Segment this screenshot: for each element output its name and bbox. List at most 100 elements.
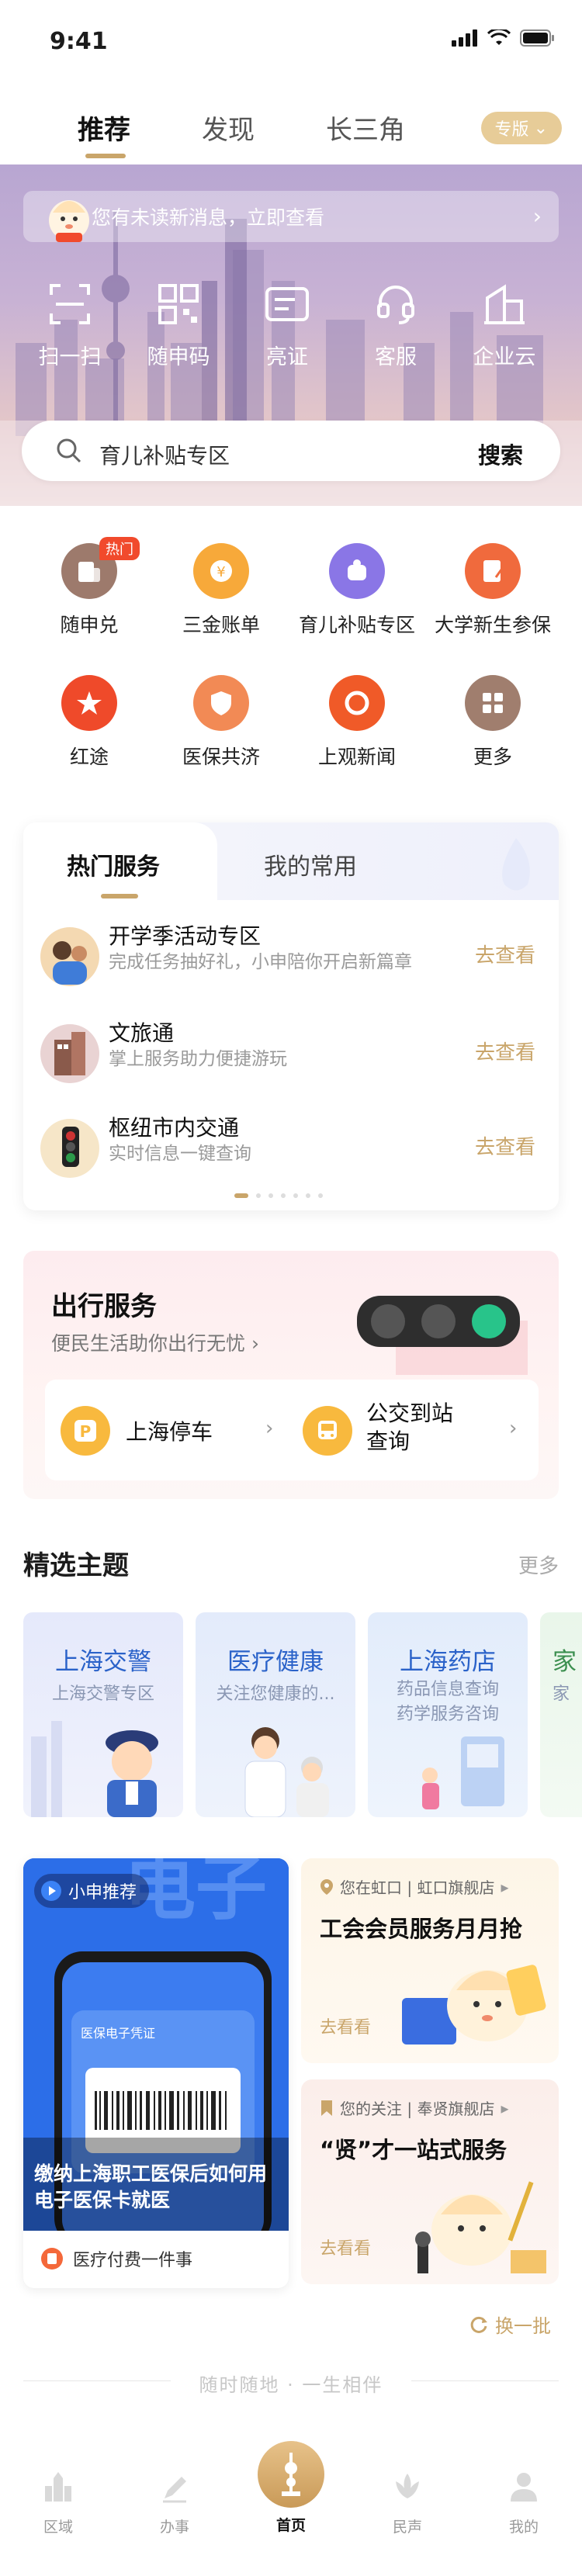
travel-services-card: 出行服务 便民生活助你出行无忧 › P 上海停车 › 公交到站查询 › — [23, 1251, 559, 1499]
star-icon — [61, 675, 117, 731]
hero-banner: 您有未读新消息，立即查看 › 扫一扫 随申码 亮证 客服 企业云 育儿补贴专区 … — [0, 164, 582, 506]
quick-action-label: 客服 — [375, 345, 417, 369]
status-time: 9:41 — [50, 28, 108, 55]
theme-card-partial[interactable]: 家 家 — [540, 1612, 582, 1817]
hot-service-item[interactable]: 枢纽市内交通 实时信息一键查询 去查看 — [23, 1111, 559, 1196]
travel-title: 出行服务 — [51, 1291, 157, 1322]
carousel-dot — [234, 1193, 248, 1198]
travel-subtitle[interactable]: 便民生活助你出行无忧 › — [51, 1328, 259, 1356]
signal-icon — [452, 29, 477, 47]
slogan: 随时随地 · 一生相伴 — [23, 2370, 559, 2396]
search-input[interactable]: 育儿补贴专区 — [99, 439, 230, 470]
promo-card-talent[interactable]: 您的关注 | 奉贤旗舰店 ▸ “贤”才一站式服务 去看看 — [301, 2079, 559, 2284]
mascot-illustration — [402, 1965, 546, 2045]
nav-home[interactable]: 首页 — [233, 2441, 349, 2535]
service-childcare-subsidy[interactable]: 育儿补贴专区 — [291, 543, 423, 638]
carousel-dot — [306, 1193, 310, 1198]
quick-action-label: 亮证 — [266, 345, 308, 369]
service-suishendui[interactable]: 热门 随申兑 — [23, 537, 155, 638]
document-pen-icon — [465, 543, 521, 599]
service-medical-mutual-aid[interactable]: 医保共济 — [155, 675, 287, 770]
nav-label: 我的 — [508, 2519, 539, 2536]
police-illustration — [31, 1721, 158, 1817]
hot-service-item[interactable]: 开学季活动专区 完成任务抽好礼，小申陪你开启新篇章 去查看 — [23, 919, 559, 1005]
notice-text: 您有未读新消息，立即查看 — [92, 206, 325, 229]
service-red-route[interactable]: 红途 — [23, 675, 155, 770]
edition-label: 专版 — [494, 120, 529, 140]
location-icon — [320, 1878, 333, 1895]
phone-card-label: 医保电子凭证 — [81, 2026, 156, 2041]
tab-discover[interactable]: 发现 — [202, 109, 255, 147]
tab-recommend[interactable]: 推荐 — [78, 109, 130, 147]
pharmacy-illustration — [422, 1736, 504, 1809]
see-more-link[interactable]: 去看看 — [320, 2235, 371, 2259]
service-more[interactable]: 更多 — [427, 675, 559, 770]
nav-public-voice[interactable]: 民声 — [349, 2467, 466, 2536]
service-three-funds-bill[interactable]: ¥ 三金账单 — [155, 543, 287, 638]
carousel-dot — [318, 1193, 323, 1198]
nav-label: 办事 — [159, 2519, 189, 2536]
scan-icon — [50, 284, 90, 324]
refresh-button[interactable]: 换一批 — [469, 2311, 551, 2338]
featured-article-card[interactable]: 电子 医保电子凭证 小申推荐 缴纳上海职工医保后如何用电子医保卡就医 医疗付费一… — [23, 1858, 289, 2288]
mascot-icon — [49, 200, 89, 242]
service-grid: 热门 随申兑 ¥ 三金账单 育儿补贴专区 大学新生参保 红途 医保共济 上观新闻… — [0, 537, 582, 776]
hot-service-title: 枢纽市内交通 — [109, 1115, 240, 1141]
service-label: 医保共济 — [182, 746, 260, 768]
chevron-right-icon: › — [265, 1417, 274, 1440]
chevron-right-icon: › — [251, 1332, 259, 1355]
service-label: 上观新闻 — [317, 746, 396, 768]
quick-action-label: 扫一扫 — [38, 345, 102, 369]
more-link[interactable]: 更多 — [518, 1550, 559, 1579]
theme-card-traffic-police[interactable]: 上海交警 上海交警专区 — [23, 1612, 183, 1817]
status-icons — [452, 29, 556, 47]
quick-action-show-id[interactable]: 亮证 — [233, 281, 341, 370]
travel-options: P 上海停车 › 公交到站查询 › — [45, 1380, 539, 1480]
tab-hot-services[interactable]: 热门服务 — [67, 847, 160, 881]
quick-action-customer-service[interactable]: 客服 — [341, 281, 450, 370]
search-bar[interactable]: 育儿补贴专区 搜索 — [22, 421, 560, 481]
view-link[interactable]: 去查看 — [475, 1037, 535, 1065]
grid-more-icon — [465, 675, 521, 731]
travel-option-parking[interactable]: P 上海停车 › — [45, 1380, 292, 1480]
unread-notice-bar[interactable]: 您有未读新消息，立即查看 › — [23, 191, 559, 242]
edition-button[interactable]: 专版 ⌄ — [480, 112, 562, 144]
user-icon — [511, 2473, 537, 2502]
mascot-mic-illustration — [415, 2181, 546, 2273]
service-freshman-insurance[interactable]: 大学新生参保 — [427, 543, 559, 638]
svg-text:¥: ¥ — [217, 564, 225, 580]
promo-title: 工会会员服务月月抢 — [320, 1916, 523, 1942]
quick-action-scan[interactable]: 扫一扫 — [16, 281, 124, 370]
chevron-down-icon: ⌄ — [533, 118, 548, 138]
quick-action-enterprise-cloud[interactable]: 企业云 — [450, 281, 559, 370]
triangle-right-icon: ▸ — [501, 2098, 509, 2117]
hot-service-item[interactable]: 文旅通 掌上服务助力便捷游玩 去查看 — [23, 1016, 559, 1102]
see-more-link[interactable]: 去看看 — [320, 2013, 371, 2038]
nav-region[interactable]: 区域 — [0, 2467, 116, 2536]
theme-card-pharmacy[interactable]: 上海药店 药品信息查询 药学服务咨询 — [368, 1612, 528, 1817]
nav-mine[interactable]: 我的 — [466, 2467, 582, 2536]
hot-service-title: 文旅通 — [109, 1020, 175, 1046]
theme-card-medical-health[interactable]: 医疗健康 关注您健康的... — [196, 1612, 355, 1817]
traffic-light-illustration — [357, 1296, 528, 1375]
quick-action-health-code[interactable]: 随申码 — [124, 281, 233, 370]
theme-desc: 关注您健康的... — [216, 1684, 335, 1704]
nav-services[interactable]: 办事 — [116, 2467, 233, 2536]
view-link[interactable]: 去查看 — [475, 940, 535, 968]
service-label: 大学新生参保 — [434, 614, 551, 636]
hot-services-tabs: 热门服务 我的常用 — [23, 822, 559, 900]
service-shanghai-observer[interactable]: 上观新闻 — [291, 675, 423, 770]
carousel-dot — [268, 1193, 273, 1198]
view-link[interactable]: 去查看 — [475, 1131, 535, 1160]
tab-my-frequent[interactable]: 我的常用 — [264, 847, 357, 881]
promo-card-union[interactable]: 您在虹口 | 虹口旗舰店 ▸ 工会会员服务月月抢 去看看 — [301, 1858, 559, 2063]
tab-yangtze-delta[interactable]: 长三角 — [326, 109, 405, 147]
theme-name: 上海药店 — [400, 1648, 496, 1676]
avatar — [40, 1119, 99, 1178]
section-title: 精选主题 — [23, 1550, 129, 1581]
search-button[interactable]: 搜索 — [478, 438, 523, 470]
triangle-right-icon: ▸ — [501, 1877, 509, 1896]
nav-label: 民声 — [392, 2519, 422, 2536]
region-icon — [45, 2472, 71, 2502]
travel-option-bus[interactable]: 公交到站查询 › — [292, 1380, 539, 1480]
